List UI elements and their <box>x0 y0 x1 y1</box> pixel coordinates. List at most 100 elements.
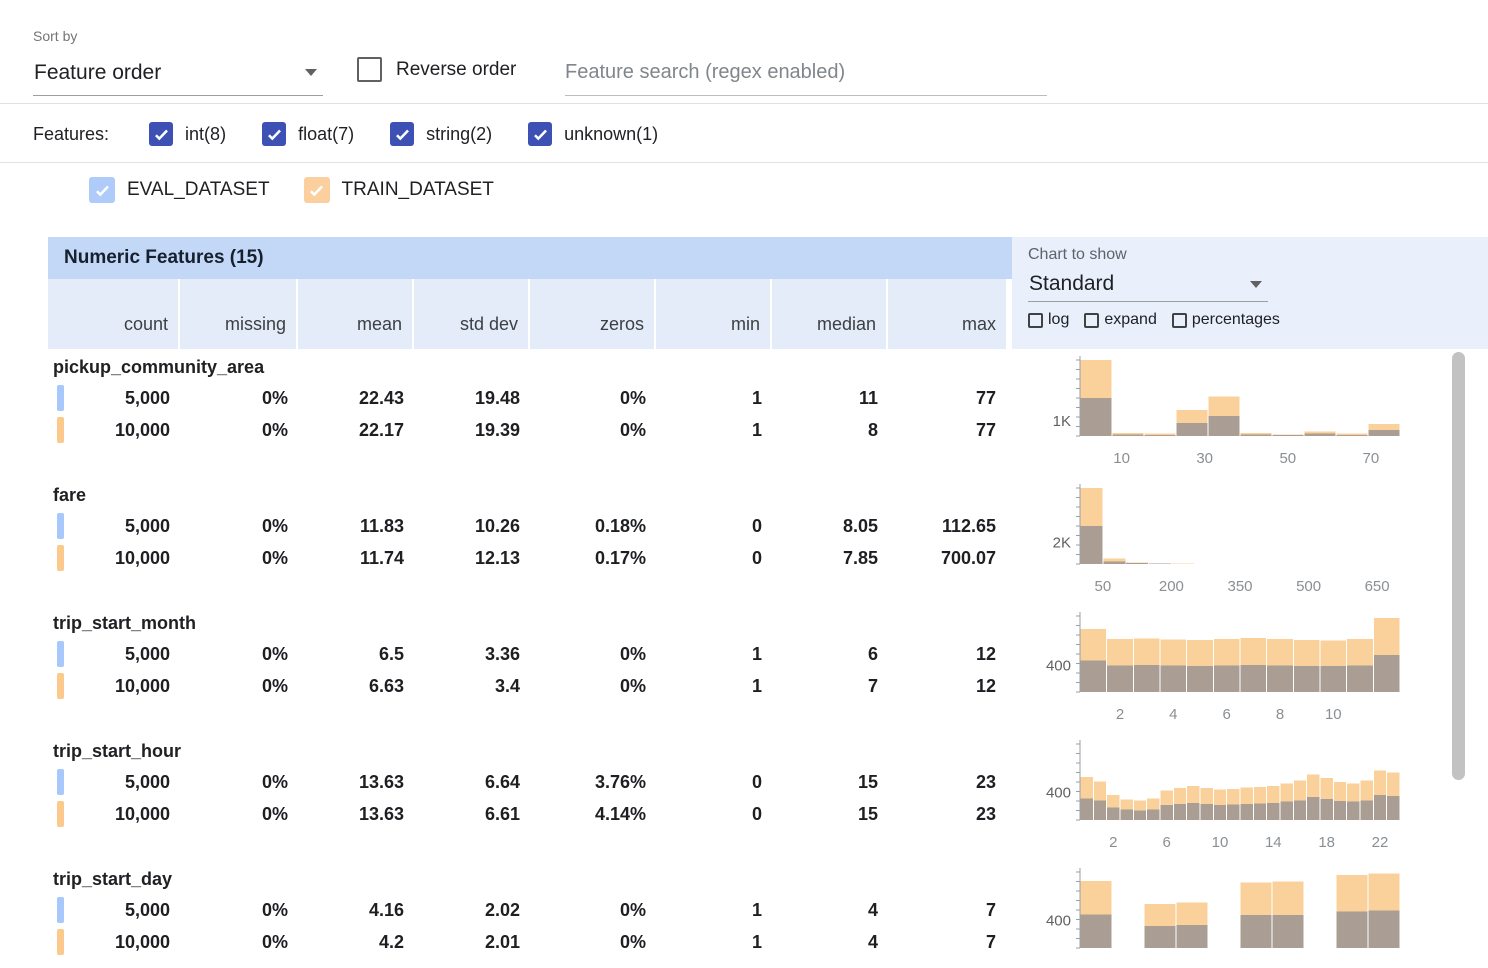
checkbox-unchecked-icon[interactable] <box>1172 313 1187 328</box>
stat-mean: 4.2 <box>298 926 414 958</box>
feature-block-trip-start-day: trip_start_day5,0000%4.162.020%14710,000… <box>48 864 1012 958</box>
stat-count: 10,000 <box>48 670 180 702</box>
dataset-checkbox-icon[interactable] <box>89 177 115 203</box>
feature-type-filter-float[interactable]: float(7) <box>262 122 354 146</box>
numeric-features-title: Numeric Features (15) <box>48 247 264 269</box>
column-header-zeros: zeros <box>530 279 656 349</box>
stats-row-eval-dataset: 5,0000%22.4319.480%11177 <box>48 382 1012 414</box>
svg-text:400: 400 <box>1046 658 1071 675</box>
stat-std-dev: 3.4 <box>414 670 530 702</box>
features-filter-label: Features: <box>33 124 109 145</box>
stat-std-dev: 2.01 <box>414 926 530 958</box>
stat-missing: 0% <box>180 926 298 958</box>
stat-missing: 0% <box>180 510 298 542</box>
stats-row-eval-dataset: 5,0000%11.8310.260.18%08.05112.65 <box>48 510 1012 542</box>
histogram-trip-start-day: 400 <box>1030 864 1410 968</box>
chart-option-log[interactable]: log <box>1028 311 1069 329</box>
checkbox-checked-icon[interactable] <box>262 122 286 146</box>
stat-min: 1 <box>656 414 772 446</box>
check-icon <box>265 125 284 144</box>
dataset-label: EVAL_DATASET <box>127 179 270 201</box>
chart-options: log expand percentages <box>1028 311 1488 329</box>
feature-name: trip_start_month <box>48 608 1012 638</box>
reverse-order-toggle[interactable]: Reverse order <box>357 57 516 82</box>
stat-median: 8.05 <box>772 510 888 542</box>
dataset-toggle-eval-dataset[interactable]: EVAL_DATASET <box>89 177 270 203</box>
svg-text:650: 650 <box>1365 578 1390 595</box>
stat-zeros: 0% <box>530 382 656 414</box>
stat-max: 112.65 <box>888 510 1006 542</box>
chart-type-select[interactable]: Standard <box>1028 267 1268 302</box>
stat-max: 12 <box>888 638 1006 670</box>
stat-zeros: 0.18% <box>530 510 656 542</box>
divider <box>0 103 1488 104</box>
stats-row-eval-dataset: 5,0000%13.636.643.76%01523 <box>48 766 1012 798</box>
stat-median: 8 <box>772 414 888 446</box>
svg-text:50: 50 <box>1279 450 1296 467</box>
svg-text:2: 2 <box>1109 834 1117 851</box>
stat-count: 10,000 <box>48 798 180 830</box>
dataset-toggle-train-dataset[interactable]: TRAIN_DATASET <box>304 177 494 203</box>
chart-option-percentages[interactable]: percentages <box>1172 311 1280 329</box>
stat-count: 10,000 <box>48 414 180 446</box>
stat-missing: 0% <box>180 894 298 926</box>
dataset-color-swatch <box>57 417 64 443</box>
svg-text:8: 8 <box>1276 706 1284 723</box>
stat-min: 1 <box>656 670 772 702</box>
sort-by-select[interactable]: Feature order <box>33 50 323 96</box>
feature-type-filter-string[interactable]: string(2) <box>390 122 492 146</box>
stat-max: 700.07 <box>888 542 1006 574</box>
dataset-color-swatch <box>57 801 64 827</box>
dataset-label: TRAIN_DATASET <box>342 179 494 201</box>
svg-text:30: 30 <box>1196 450 1213 467</box>
checkbox-unchecked-icon[interactable] <box>357 57 382 82</box>
feature-search-input[interactable] <box>565 50 1047 96</box>
chart-option-label: log <box>1048 311 1069 329</box>
svg-text:14: 14 <box>1265 834 1282 851</box>
column-header-mean: mean <box>298 279 414 349</box>
histogram-trip-start-hour: 4002610141822 <box>1030 736 1410 860</box>
stat-min: 1 <box>656 638 772 670</box>
stat-mean: 22.17 <box>298 414 414 446</box>
feature-type-filter-unknown[interactable]: unknown(1) <box>528 122 658 146</box>
feature-type-list: int(8) float(7) string(2) unknown(1) <box>149 122 658 146</box>
checkbox-unchecked-icon[interactable] <box>1028 313 1043 328</box>
chart-panel: Chart to show Standard logexpandpercenta… <box>1012 237 1488 349</box>
stats-row-train-dataset: 10,0000%13.636.614.14%01523 <box>48 798 1012 830</box>
stat-count: 10,000 <box>48 542 180 574</box>
column-header-count: count <box>48 279 180 349</box>
checkbox-checked-icon[interactable] <box>390 122 414 146</box>
stat-mean: 13.63 <box>298 798 414 830</box>
feature-search <box>565 50 1047 95</box>
facets-overview-page: Sort by Feature order Reverse order Feat… <box>0 0 1488 968</box>
svg-text:6: 6 <box>1163 834 1171 851</box>
chart-option-expand[interactable]: expand <box>1084 311 1157 329</box>
stat-std-dev: 6.61 <box>414 798 530 830</box>
scrollbar[interactable] <box>1452 352 1465 780</box>
histogram-chart: 4002610141822 <box>1030 736 1410 860</box>
dataset-checkbox-icon[interactable] <box>304 177 330 203</box>
checkbox-unchecked-icon[interactable] <box>1084 313 1099 328</box>
svg-text:2: 2 <box>1116 706 1124 723</box>
feature-type-label: float(7) <box>298 124 354 145</box>
stat-median: 6 <box>772 638 888 670</box>
checkbox-checked-icon[interactable] <box>149 122 173 146</box>
stat-median: 4 <box>772 926 888 958</box>
histogram-chart: 1K10305070 <box>1030 352 1410 476</box>
stat-median: 15 <box>772 798 888 830</box>
feature-type-filter-int[interactable]: int(8) <box>149 122 226 146</box>
sort-by-value: Feature order <box>33 61 161 85</box>
divider <box>0 162 1488 163</box>
stat-max: 77 <box>888 382 1006 414</box>
svg-text:2K: 2K <box>1053 534 1071 551</box>
dataset-color-swatch <box>57 929 64 955</box>
checkbox-checked-icon[interactable] <box>528 122 552 146</box>
stat-std-dev: 2.02 <box>414 894 530 926</box>
stat-count: 5,000 <box>48 638 180 670</box>
stat-mean: 4.16 <box>298 894 414 926</box>
stat-count: 5,000 <box>48 510 180 542</box>
stats-row-train-dataset: 10,0000%22.1719.390%1877 <box>48 414 1012 446</box>
stat-median: 11 <box>772 382 888 414</box>
svg-text:350: 350 <box>1227 578 1252 595</box>
svg-text:200: 200 <box>1159 578 1184 595</box>
